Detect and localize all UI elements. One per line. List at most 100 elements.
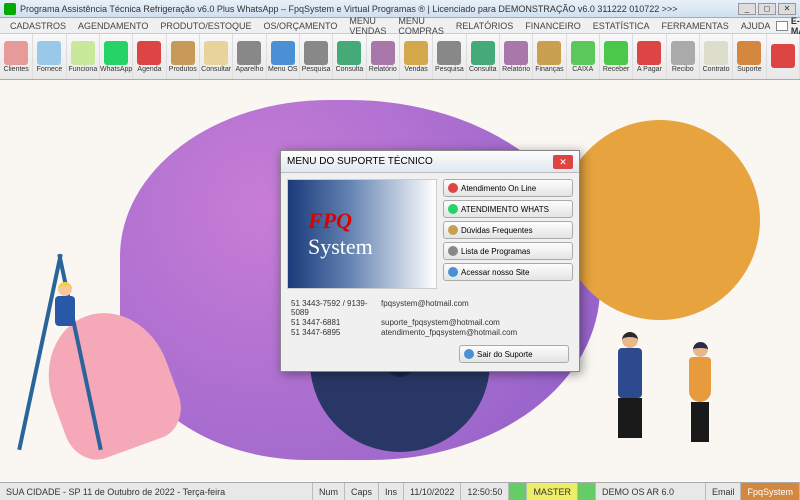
support-lista-de-programas[interactable]: Lista de Programas xyxy=(443,242,573,260)
status-indicator-2 xyxy=(578,483,596,500)
toolbar-label: Vendas xyxy=(404,66,427,73)
toolbar-label: Consultar xyxy=(201,66,231,73)
toolbar-relatório[interactable]: Relatório xyxy=(367,34,400,79)
menu-ferramentas[interactable]: FERRAMENTAS xyxy=(655,21,734,31)
toolbar-pesquisa[interactable]: Pesquisa xyxy=(433,34,466,79)
toolbar-label: Pesquisa xyxy=(302,66,331,73)
toolbar-icon xyxy=(771,44,795,68)
toolbar-finanças[interactable]: Finanças xyxy=(533,34,566,79)
menu-produto[interactable]: PRODUTO/ESTOQUE xyxy=(154,21,257,31)
toolbar-menu os[interactable]: Menu OS xyxy=(267,34,300,79)
toolbar-label: Recibo xyxy=(672,66,694,73)
toolbar-label: Produtos xyxy=(169,66,197,73)
logo-text-system: System xyxy=(308,234,436,260)
support-atendimento-on-line[interactable]: Atendimento On Line xyxy=(443,179,573,197)
toolbar-label: Consulta xyxy=(469,66,497,73)
button-label: Atendimento On Line xyxy=(461,184,536,193)
menu-email[interactable]: E-MAIL xyxy=(776,16,800,36)
support-atendimento-whats[interactable]: ATENDIMENTO WHATS xyxy=(443,200,573,218)
toolbar-icon xyxy=(204,41,228,65)
menu-agendamento[interactable]: AGENDAMENTO xyxy=(72,21,154,31)
toolbar-clientes[interactable]: Clientes xyxy=(0,34,33,79)
toolbar-pesquisa[interactable]: Pesquisa xyxy=(300,34,333,79)
app-icon xyxy=(4,3,16,15)
contact-phone: 51 3447-6895 xyxy=(291,328,381,337)
decor-blob-orange xyxy=(560,120,760,320)
toolbar-consulta[interactable]: Consulta xyxy=(467,34,500,79)
toolbar-label: CAIXA xyxy=(572,66,593,73)
minimize-button[interactable]: _ xyxy=(738,3,756,15)
toolbar-icon xyxy=(571,41,595,65)
contact-phone: 51 3447-6881 xyxy=(291,318,381,327)
status-email[interactable]: Email xyxy=(706,483,742,500)
menu-relatorios[interactable]: RELATÓRIOS xyxy=(450,21,519,31)
toolbar-icon xyxy=(404,41,428,65)
decor-person-male xyxy=(610,332,650,452)
close-button[interactable]: ✕ xyxy=(778,3,796,15)
toolbar-produtos[interactable]: Produtos xyxy=(167,34,200,79)
decor-worker xyxy=(45,282,85,342)
toolbar-label: Relatório xyxy=(369,66,397,73)
toolbar-consulta[interactable]: Consulta xyxy=(333,34,366,79)
status-version: DEMO OS AR 6.0 xyxy=(596,483,706,500)
toolbar-whatsapp[interactable]: WhatsApp xyxy=(100,34,133,79)
toolbar-funciona[interactable]: Funciona xyxy=(67,34,100,79)
contact-info: 51 3443-7592 / 9139-5089fpqsystem@hotmai… xyxy=(281,295,579,345)
toolbar-label: A Pagar xyxy=(637,66,662,73)
menu-compras[interactable]: MENU COMPRAS xyxy=(392,16,450,36)
toolbar-consultar[interactable]: Consultar xyxy=(200,34,233,79)
toolbar-receber[interactable]: Receber xyxy=(600,34,633,79)
logo-text-fpq: FPQ xyxy=(308,208,436,234)
button-icon xyxy=(448,225,458,235)
toolbar-recibo[interactable]: Recibo xyxy=(667,34,700,79)
toolbar-relatório[interactable]: Relatório xyxy=(500,34,533,79)
toolbar-icon xyxy=(504,41,528,65)
menu-vendas[interactable]: MENU VENDAS xyxy=(343,16,392,36)
toolbar-icon xyxy=(604,41,628,65)
toolbar-label: Finanças xyxy=(535,66,563,73)
email-label: E-MAIL xyxy=(791,16,800,36)
support-dúvidas-frequentes[interactable]: Dúvidas Frequentes xyxy=(443,221,573,239)
decor-person-female xyxy=(680,342,720,452)
toolbar-icon xyxy=(637,41,661,65)
button-label: Dúvidas Frequentes xyxy=(461,226,533,235)
toolbar-icon xyxy=(704,41,728,65)
dialog-titlebar[interactable]: MENU DO SUPORTE TÉCNICO ✕ xyxy=(281,151,579,173)
menu-estatistica[interactable]: ESTATÍSTICA xyxy=(587,21,656,31)
toolbar-agenda[interactable]: Agenda xyxy=(133,34,166,79)
toolbar-icon xyxy=(337,41,361,65)
exit-support-button[interactable]: Sair do Suporte xyxy=(459,345,569,363)
exit-label: Sair do Suporte xyxy=(477,350,533,359)
exit-icon xyxy=(464,349,474,359)
menu-ajuda[interactable]: AJUDA xyxy=(735,21,777,31)
status-num: Num xyxy=(313,483,345,500)
toolbar-caixa[interactable]: CAIXA xyxy=(567,34,600,79)
support-acessar-nosso-site[interactable]: Acessar nosso Site xyxy=(443,263,573,281)
button-label: Lista de Programas xyxy=(461,247,530,256)
menu-financeiro[interactable]: FINANCEIRO xyxy=(519,21,587,31)
toolbar-icon xyxy=(304,41,328,65)
status-caps: Caps xyxy=(345,483,379,500)
toolbar-label: Aparelho xyxy=(235,66,263,73)
toolbar-label: Contrato xyxy=(703,66,730,73)
menu-os[interactable]: OS/ORÇAMENTO xyxy=(258,21,344,31)
toolbar-vendas[interactable]: Vendas xyxy=(400,34,433,79)
toolbar-label: Agenda xyxy=(137,66,161,73)
toolbar-icon xyxy=(671,41,695,65)
toolbar-a pagar[interactable]: A Pagar xyxy=(633,34,666,79)
button-label: Acessar nosso Site xyxy=(461,268,529,277)
menu-cadastros[interactable]: CADASTROS xyxy=(4,21,72,31)
main-toolbar: ClientesForneceFuncionaWhatsApp Agenda Pro… xyxy=(0,34,800,80)
toolbar-aparelho[interactable]: Aparelho xyxy=(233,34,266,79)
status-ins: Ins xyxy=(379,483,404,500)
toolbar-btn23[interactable] xyxy=(767,34,800,79)
toolbar-label: Funciona xyxy=(68,66,97,73)
toolbar-contrato[interactable]: Contrato xyxy=(700,34,733,79)
toolbar-fornece[interactable]: Fornece xyxy=(33,34,66,79)
toolbar-icon xyxy=(4,41,28,65)
maximize-button[interactable]: ◻ xyxy=(758,3,776,15)
status-brand[interactable]: FpqSystem xyxy=(741,483,800,500)
dialog-close-button[interactable]: ✕ xyxy=(553,155,573,169)
toolbar-suporte[interactable]: Suporte xyxy=(733,34,766,79)
toolbar-icon xyxy=(71,41,95,65)
